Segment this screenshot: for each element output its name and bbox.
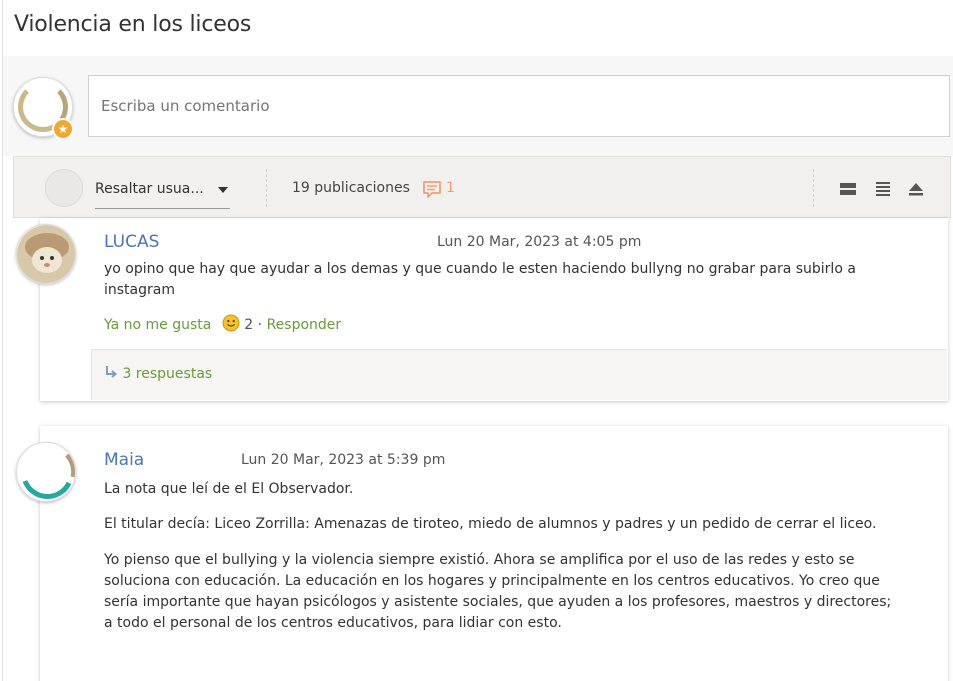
highlight-user-avatar (45, 169, 83, 207)
post-count: 19 publicaciones (292, 180, 410, 196)
comment-actions: Ya no me gusta 2 · Responder (104, 314, 341, 333)
author-avatar[interactable] (16, 442, 76, 502)
list-view-icon[interactable] (874, 181, 892, 197)
comment-date: Lun 20 Mar, 2023 at 4:05 pm (437, 234, 642, 250)
comment-paragraph: Yo pienso que el bullying y la violencia… (104, 552, 892, 631)
chevron-down-icon (218, 187, 228, 193)
comment-paragraph: El titular decía: Liceo Zorrilla: Amenaz… (104, 516, 877, 532)
comment-author[interactable]: Maia (104, 450, 144, 470)
smiley-icon (222, 314, 240, 332)
reply-button[interactable]: Responder (267, 317, 342, 333)
comment-date: Lun 20 Mar, 2023 at 5:39 pm (241, 452, 446, 468)
comment-text: yo opino que hay que ayudar a los demas … (104, 261, 856, 298)
replies-count-label: 3 respuestas (122, 366, 213, 382)
discussion-toolbar: Resaltar usua... 19 publicaciones 1 (13, 156, 951, 218)
card-view-icon[interactable] (839, 181, 857, 197)
action-separator: · (257, 317, 263, 333)
page-title: Violencia en los liceos (14, 12, 252, 37)
comment-bubble-icon[interactable] (422, 179, 442, 199)
like-count: 2 (244, 317, 254, 333)
replies-bar (91, 349, 947, 400)
highlight-user-label: Resaltar usua... (95, 181, 204, 197)
toolbar-divider (266, 169, 267, 207)
comment-paragraph: La nota que leí de el El Observador. (104, 481, 354, 497)
comment-author[interactable]: LUCAS (104, 232, 159, 252)
toolbar-divider (813, 169, 814, 207)
highlight-user-select[interactable]: Resaltar usua... (95, 179, 230, 209)
show-replies-link[interactable]: 3 respuestas (104, 365, 212, 382)
reply-arrow-icon (104, 365, 118, 379)
comment-count: 1 (446, 180, 455, 196)
unlike-button[interactable]: Ya no me gusta (104, 317, 211, 333)
star-badge-icon: ★ (52, 118, 74, 140)
comment-input[interactable] (88, 75, 950, 137)
collapse-icon[interactable] (907, 181, 925, 197)
author-avatar[interactable] (16, 224, 76, 284)
